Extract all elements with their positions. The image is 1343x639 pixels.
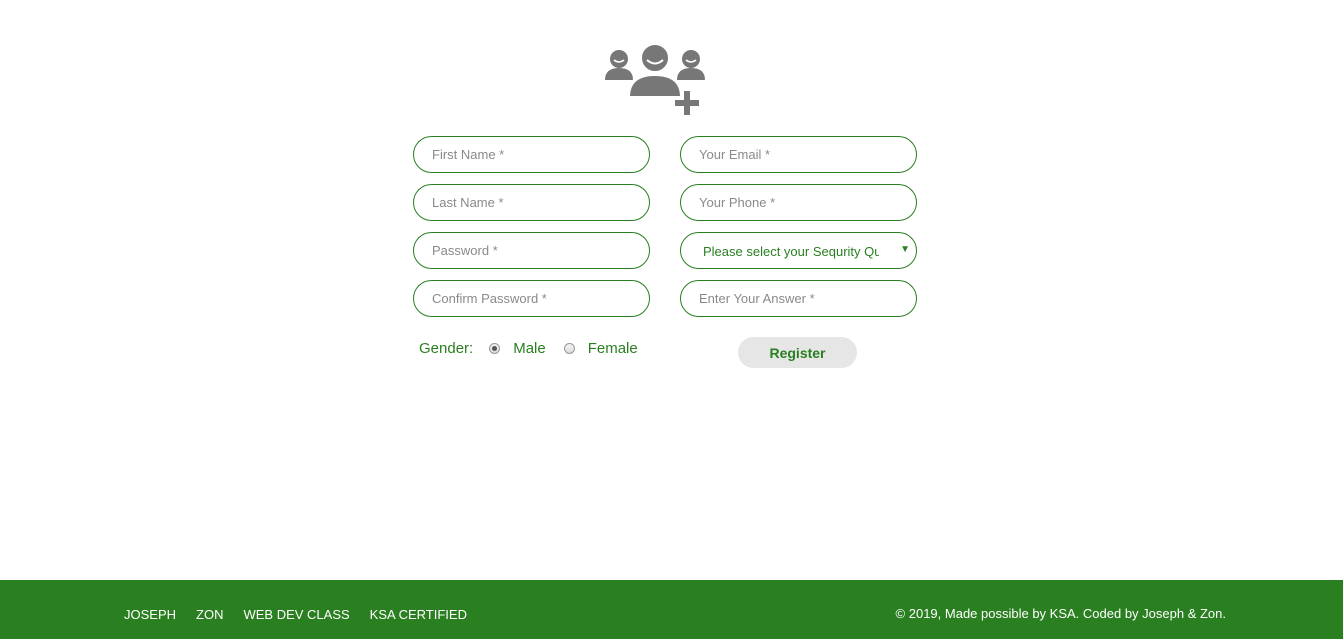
- male-radio[interactable]: [489, 342, 501, 354]
- security-question-selected: Please select your Sequrity Question: [703, 244, 879, 259]
- footer-nav: JOSEPH ZON WEB DEV CLASS KSA CERTIFIED: [124, 607, 487, 622]
- footer-link-ksa-certified[interactable]: KSA CERTIFIED: [370, 607, 467, 622]
- footer-link-zon[interactable]: ZON: [196, 607, 223, 622]
- first-name-input[interactable]: [413, 136, 650, 173]
- female-radio-label[interactable]: Female: [588, 340, 638, 357]
- gender-label: Gender:: [419, 339, 474, 357]
- registration-page: Please select your Sequrity Question ▼ G…: [0, 0, 1343, 639]
- copyright-text: © 2019, Made possible by KSA. Coded by J…: [895, 606, 1226, 621]
- footer-link-joseph[interactable]: JOSEPH: [124, 607, 176, 622]
- footer-link-web-dev-class[interactable]: WEB DEV CLASS: [243, 607, 349, 622]
- footer: JOSEPH ZON WEB DEV CLASS KSA CERTIFIED ©…: [0, 580, 1343, 639]
- answer-input[interactable]: [680, 280, 917, 317]
- last-name-input[interactable]: [413, 184, 650, 221]
- confirm-password-input[interactable]: [413, 280, 650, 317]
- male-radio-label[interactable]: Male: [513, 340, 546, 357]
- dropdown-caret-icon: ▼: [900, 244, 910, 255]
- add-users-icon: [605, 43, 705, 115]
- email-input[interactable]: [680, 136, 917, 173]
- register-button[interactable]: Register: [738, 337, 857, 368]
- female-radio[interactable]: [563, 342, 575, 354]
- password-input[interactable]: [413, 232, 650, 269]
- gender-group: Gender: Male Female: [419, 338, 656, 358]
- phone-input[interactable]: [680, 184, 917, 221]
- security-question-select[interactable]: Please select your Sequrity Question ▼: [680, 232, 917, 269]
